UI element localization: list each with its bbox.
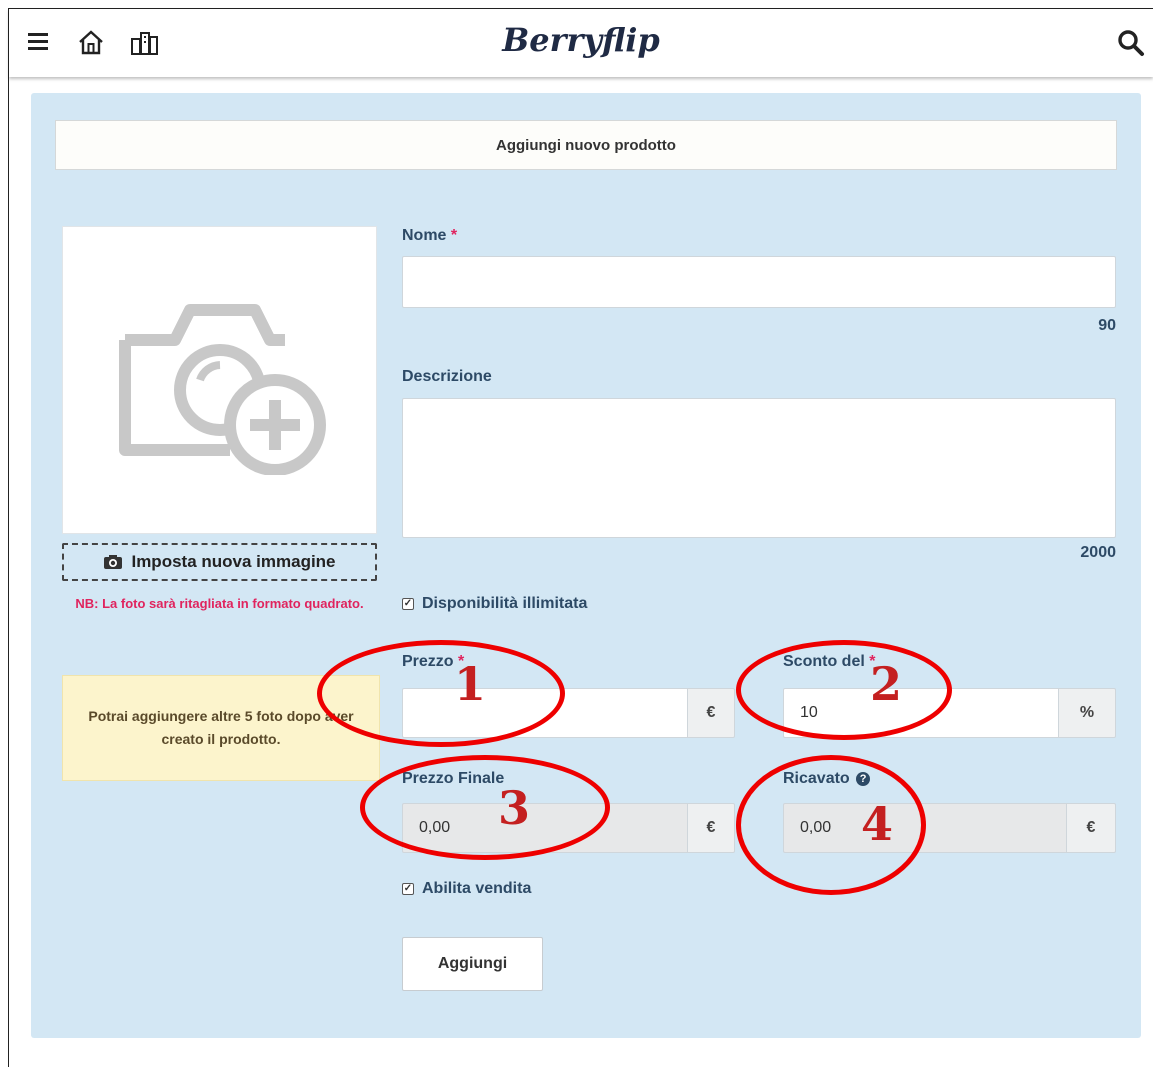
annotation-number-2: 2 bbox=[870, 657, 903, 711]
page-title: Aggiungi nuovo prodotto bbox=[55, 120, 1117, 170]
final-price-label: Prezzo Finale bbox=[402, 770, 505, 787]
add-product-button[interactable]: Aggiungi bbox=[402, 937, 543, 991]
enable-sale-label: Abilita vendita bbox=[422, 880, 532, 897]
annotation-number-1: 1 bbox=[454, 657, 487, 711]
price-input-group: € bbox=[402, 688, 735, 738]
description-textarea[interactable] bbox=[402, 398, 1116, 538]
discount-label-text: Sconto del bbox=[783, 653, 865, 670]
price-label-text: Prezzo bbox=[402, 653, 454, 670]
set-new-image-label: Imposta nuova immagine bbox=[131, 552, 336, 571]
enable-sale-checkbox[interactable]: ✓ Abilita vendita bbox=[402, 880, 531, 898]
unlimited-availability-checkbox[interactable]: ✓ Disponibilità illimitata bbox=[402, 595, 587, 613]
final-price-input: 0,00 bbox=[402, 803, 687, 853]
extra-photos-info: Potrai aggiungere altre 5 foto dopo aver… bbox=[62, 675, 380, 781]
discount-label: Sconto del * bbox=[783, 653, 875, 671]
product-form-panel: Aggiungi nuovo prodotto Imposta nuova im… bbox=[31, 93, 1141, 1038]
unlimited-availability-label: Disponibilità illimitata bbox=[422, 595, 588, 612]
discount-percent-addon: % bbox=[1058, 688, 1116, 738]
name-input[interactable] bbox=[402, 256, 1116, 308]
camera-icon bbox=[104, 555, 123, 569]
product-image-placeholder[interactable] bbox=[62, 226, 377, 534]
set-new-image-button[interactable]: Imposta nuova immagine bbox=[62, 543, 377, 581]
annotation-number-4: 4 bbox=[861, 797, 894, 851]
earnings-currency-addon: € bbox=[1066, 803, 1116, 853]
name-label-text: Nome bbox=[402, 227, 447, 244]
price-currency-addon: € bbox=[687, 688, 735, 738]
description-label: Descrizione bbox=[402, 368, 492, 385]
name-label: Nome * bbox=[402, 227, 457, 245]
checkbox-checked-icon[interactable]: ✓ bbox=[402, 883, 414, 895]
earnings-input-group: 0,00 € bbox=[783, 803, 1116, 853]
price-input[interactable] bbox=[402, 688, 687, 738]
required-mark: * bbox=[450, 227, 458, 244]
name-char-counter: 90 bbox=[1098, 317, 1116, 334]
discount-input[interactable]: 10 bbox=[783, 688, 1058, 738]
brand-logo[interactable]: Berryflip bbox=[9, 21, 1153, 59]
search-icon[interactable] bbox=[1116, 28, 1146, 63]
top-bar: Berryflip bbox=[9, 9, 1153, 77]
discount-input-group: 10 % bbox=[783, 688, 1116, 738]
earnings-label-text: Ricavato bbox=[783, 770, 850, 787]
checkbox-checked-icon[interactable]: ✓ bbox=[402, 598, 414, 610]
earnings-label: Ricavato ? bbox=[783, 770, 871, 788]
crop-note: NB: La foto sarà ritagliata in formato q… bbox=[75, 596, 364, 611]
earnings-input: 0,00 bbox=[783, 803, 1066, 853]
description-char-counter: 2000 bbox=[1080, 544, 1116, 561]
camera-add-icon bbox=[118, 304, 326, 475]
final-price-input-group: 0,00 € bbox=[402, 803, 735, 853]
annotation-number-3: 3 bbox=[498, 781, 531, 835]
final-price-currency-addon: € bbox=[687, 803, 735, 853]
help-icon[interactable]: ? bbox=[856, 771, 871, 786]
